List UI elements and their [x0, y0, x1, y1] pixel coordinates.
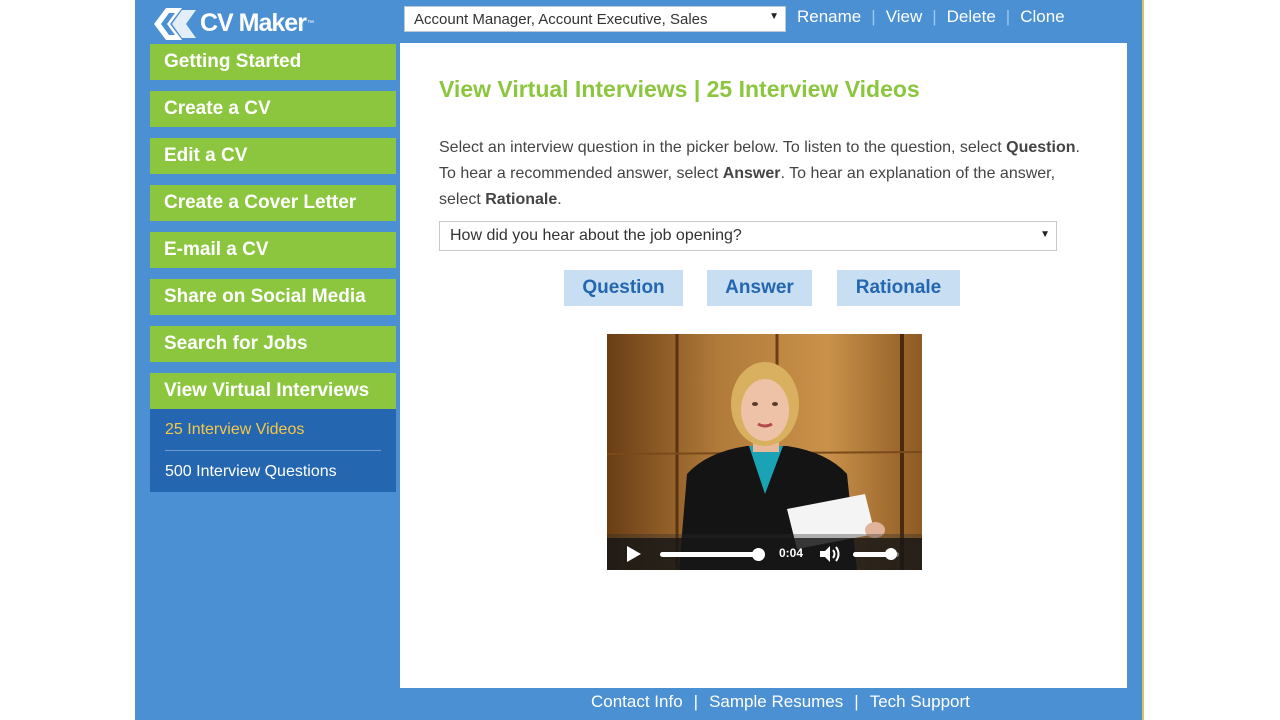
sidebar-item-create-cv[interactable]: Create a CV	[150, 91, 396, 127]
volume-slider[interactable]	[853, 548, 899, 560]
seek-bar[interactable]	[660, 548, 765, 561]
question-select-value: How did you hear about the job opening?	[450, 227, 742, 244]
sidebar-item-getting-started[interactable]: Getting Started	[150, 44, 396, 80]
question-select[interactable]: How did you hear about the job opening? …	[439, 221, 1057, 251]
subnav-item-interview-videos[interactable]: 25 Interview Videos	[165, 409, 381, 451]
separator: |	[1005, 7, 1011, 26]
chevron-down-icon: ▼	[769, 11, 779, 22]
sidebar-item-email-cv[interactable]: E-mail a CV	[150, 232, 396, 268]
window-edge	[1142, 0, 1144, 720]
question-button[interactable]: Question	[564, 270, 683, 306]
cv-select-value: Account Manager, Account Executive, Sale…	[414, 10, 708, 28]
footer-sample-resumes-link[interactable]: Sample Resumes	[709, 692, 843, 712]
footer-links: Contact Info | Sample Resumes | Tech Sup…	[591, 692, 970, 712]
answer-button[interactable]: Answer	[707, 270, 812, 306]
play-icon[interactable]	[627, 546, 641, 562]
rationale-button[interactable]: Rationale	[837, 270, 960, 306]
separator: |	[932, 7, 937, 26]
instructions-text: Select an interview question in the pick…	[439, 135, 1099, 213]
footer-tech-support-link[interactable]: Tech Support	[870, 692, 970, 712]
instructions-rationale-term: Rationale	[485, 191, 558, 208]
logo-icon	[154, 8, 196, 40]
video-frame	[607, 334, 922, 570]
interview-video-player[interactable]: 0:04	[607, 334, 922, 570]
sidebar-subnav: 25 Interview Videos 500 Interview Questi…	[150, 409, 396, 492]
instructions-part: .	[557, 191, 562, 208]
video-controls: 0:04	[607, 538, 922, 570]
sidebar-item-create-cover-letter[interactable]: Create a Cover Letter	[150, 185, 396, 221]
cv-actions: Rename | View | Delete | Clone	[797, 7, 1065, 27]
subnav-item-interview-questions[interactable]: 500 Interview Questions	[165, 451, 381, 492]
chevron-down-icon: ▼	[1040, 229, 1050, 240]
sidebar-item-share-social[interactable]: Share on Social Media	[150, 279, 396, 315]
page-title: View Virtual Interviews | 25 Interview V…	[439, 76, 920, 102]
volume-icon[interactable]	[819, 545, 843, 563]
sidebar-item-search-jobs[interactable]: Search for Jobs	[150, 326, 396, 362]
volume-handle[interactable]	[884, 548, 897, 560]
clone-button[interactable]: Clone	[1020, 7, 1064, 27]
instructions-question-term: Question	[1006, 139, 1076, 156]
delete-button[interactable]: Delete	[947, 7, 996, 27]
seek-handle[interactable]	[751, 548, 765, 561]
main-content: View Virtual Interviews | 25 Interview V…	[400, 43, 1127, 688]
sidebar-nav: Getting Started Create a CV Edit a CV Cr…	[150, 44, 396, 492]
sidebar-item-virtual-interviews[interactable]: View Virtual Interviews	[150, 373, 396, 409]
logo-trademark: ™	[306, 19, 314, 27]
seek-bar-fill	[660, 552, 758, 557]
footer-contact-info-link[interactable]: Contact Info	[591, 692, 683, 712]
instructions-answer-term: Answer	[722, 165, 781, 182]
separator: |	[693, 692, 699, 711]
rename-button[interactable]: Rename	[797, 7, 861, 27]
cv-maker-logo[interactable]: CV Maker ™	[152, 4, 314, 42]
view-button[interactable]: View	[886, 7, 923, 27]
cv-select[interactable]: Account Manager, Account Executive, Sale…	[404, 6, 786, 32]
separator: |	[871, 7, 876, 26]
instructions-part: Select an interview question in the pick…	[439, 139, 1007, 156]
separator: |	[854, 692, 859, 711]
sidebar-item-edit-cv[interactable]: Edit a CV	[150, 138, 396, 174]
logo-text: CV Maker	[200, 8, 307, 37]
time-readout: 0:04	[779, 546, 804, 560]
